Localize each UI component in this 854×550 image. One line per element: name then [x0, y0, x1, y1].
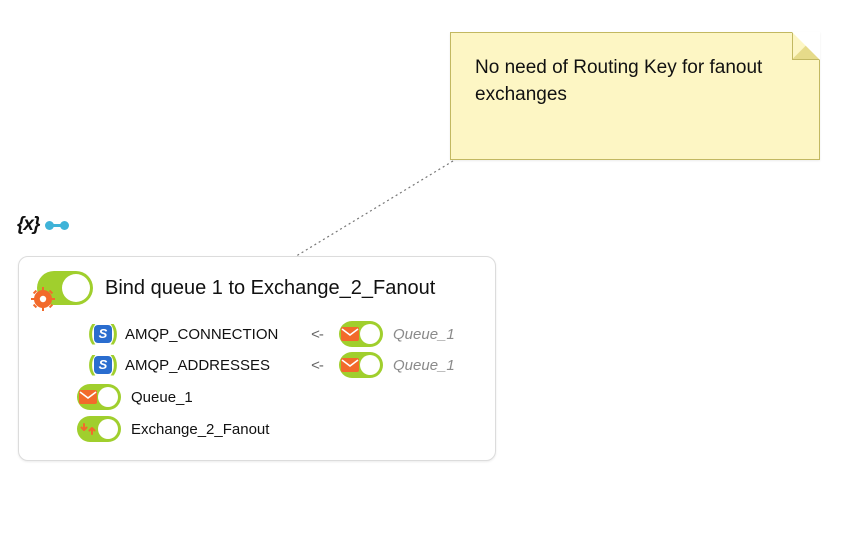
gear-icon [31, 287, 55, 311]
param-row: ( S ) AMQP_ADDRESSES <- Queue_1 [91, 352, 477, 378]
task-node[interactable]: Bind queue 1 to Exchange_2_Fanout ( S ) … [18, 256, 496, 461]
sticky-note-text: No need of Routing Key for fanout exchan… [475, 57, 762, 105]
linked-item-label: Queue_1 [131, 389, 193, 406]
envelope-icon [79, 390, 97, 404]
note-fold-corner [792, 32, 820, 60]
string-param-icon: ( S ) [91, 353, 115, 377]
linked-item-row: Queue_1 [77, 384, 477, 410]
assign-arrow-icon: <- [305, 357, 329, 374]
string-param-icon: ( S ) [91, 322, 115, 346]
exchange-toggle-icon[interactable] [77, 416, 121, 442]
envelope-icon [341, 358, 359, 372]
source-toggle-icon [339, 352, 383, 378]
task-header: Bind queue 1 to Exchange_2_Fanout [37, 271, 477, 305]
swap-arrows-icon [80, 421, 96, 437]
param-name: AMQP_ADDRESSES [125, 357, 295, 374]
variable-icon: {x} [17, 214, 39, 236]
param-row: ( S ) AMQP_CONNECTION <- Queue_1 [91, 321, 477, 347]
assign-arrow-icon: <- [305, 326, 329, 343]
param-source: Queue_1 [393, 326, 455, 343]
diagram-canvas: No need of Routing Key for fanout exchan… [0, 0, 854, 550]
param-name: AMQP_CONNECTION [125, 326, 295, 343]
node-badge-area: {x} [17, 214, 69, 236]
envelope-icon [341, 327, 359, 341]
task-toggle-icon[interactable] [37, 271, 93, 305]
queue-toggle-icon[interactable] [77, 384, 121, 410]
task-title: Bind queue 1 to Exchange_2_Fanout [105, 277, 435, 300]
sticky-note[interactable]: No need of Routing Key for fanout exchan… [450, 32, 820, 160]
linked-item-label: Exchange_2_Fanout [131, 421, 269, 438]
param-source: Queue_1 [393, 357, 455, 374]
linked-item-row: Exchange_2_Fanout [77, 416, 477, 442]
source-toggle-icon [339, 321, 383, 347]
link-icon [45, 221, 69, 230]
